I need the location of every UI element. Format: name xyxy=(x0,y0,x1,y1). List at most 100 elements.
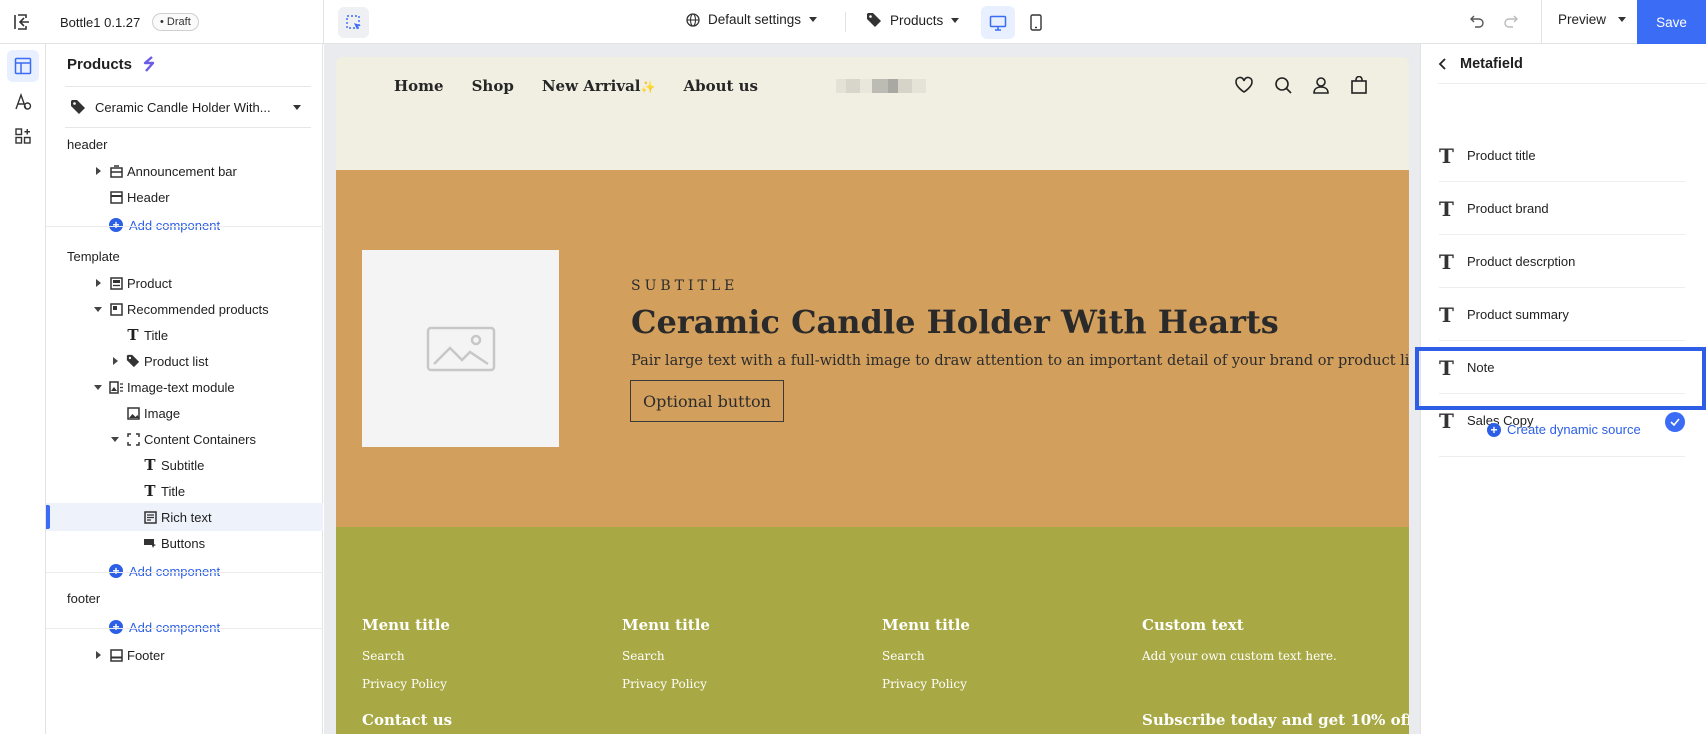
footer-link[interactable]: Privacy Policy xyxy=(622,677,710,691)
hero-title[interactable]: Ceramic Candle Holder With Hearts xyxy=(631,303,1279,341)
tree-item-title[interactable]: T Title xyxy=(46,321,323,349)
tree-item-recommended-products[interactable]: Recommended products xyxy=(46,295,323,323)
footer-column-title: Custom text xyxy=(1142,616,1244,634)
tree-item-product[interactable]: Product xyxy=(46,269,323,297)
add-component-button[interactable]: + Add component xyxy=(46,613,323,641)
footer-link[interactable]: Privacy Policy xyxy=(362,677,450,691)
footer-link[interactable]: Privacy Policy xyxy=(882,677,970,691)
image-text-module[interactable]: SUBTITLE Ceramic Candle Holder With Hear… xyxy=(336,170,1409,527)
tree-item-buttons[interactable]: Buttons xyxy=(46,529,323,557)
nav-shop[interactable]: Shop xyxy=(472,77,514,95)
collapse-arrow-icon[interactable] xyxy=(94,306,102,312)
text-type-icon: T xyxy=(144,482,156,500)
redo-icon[interactable] xyxy=(1503,13,1519,29)
add-component-button[interactable]: + Add component xyxy=(46,211,323,239)
announcement-icon xyxy=(109,164,123,178)
back-chevron-icon[interactable] xyxy=(1438,57,1448,70)
nav-about-us[interactable]: About us xyxy=(683,77,758,95)
tree-item-rich-text[interactable]: Rich text xyxy=(46,503,323,531)
cart-bag-icon[interactable] xyxy=(1350,76,1368,94)
add-component-button[interactable]: + Add component xyxy=(46,557,323,585)
hero-rich-text[interactable]: Pair large text with a full-width image … xyxy=(631,353,1409,369)
tree-item-label: Image xyxy=(144,405,181,421)
layout-icon[interactable] xyxy=(7,50,39,82)
save-button[interactable]: Save xyxy=(1637,0,1706,44)
text-type-icon: T xyxy=(1439,144,1454,168)
editor-canvas[interactable]: Home Shop New Arrival✨ About us SUBTITLE xyxy=(324,44,1420,734)
site-nav: Home Shop New Arrival✨ About us xyxy=(394,77,758,95)
search-icon[interactable] xyxy=(1274,76,1292,94)
metafield-item-product-description[interactable]: T Product descrption xyxy=(1439,235,1685,288)
preview-button[interactable]: Preview xyxy=(1558,12,1627,27)
tree-item-label: Buttons xyxy=(161,535,206,551)
product-selector-label: Ceramic Candle Holder With... xyxy=(95,99,271,115)
select-element-button[interactable] xyxy=(338,7,369,38)
collapse-arrow-icon[interactable] xyxy=(111,436,119,442)
section-divider xyxy=(46,226,323,227)
footer-link[interactable]: Search xyxy=(362,649,450,663)
metafield-item-product-brand[interactable]: T Product brand xyxy=(1439,182,1685,235)
desktop-view-button[interactable] xyxy=(981,6,1015,39)
tree-item-image-text-module[interactable]: Image-text module xyxy=(46,373,323,401)
mobile-view-button[interactable] xyxy=(1022,6,1050,39)
site-preview[interactable]: Home Shop New Arrival✨ About us SUBTITLE xyxy=(336,57,1409,734)
footer-column: Menu title Search Privacy Policy xyxy=(622,616,710,691)
tree-item-subtitle[interactable]: T Subtitle xyxy=(46,451,323,479)
top-toolbar: Bottle1 0.1.27 • Draft Default settings … xyxy=(0,0,1706,44)
tree-item-content-containers[interactable]: Content Containers xyxy=(46,425,323,453)
footer-column: Menu title Search Privacy Policy xyxy=(882,616,970,691)
tree-item-title[interactable]: T Title xyxy=(46,477,323,505)
app-name: Bottle1 0.1.27 xyxy=(60,12,140,32)
tree-item-product-list[interactable]: Product list xyxy=(46,347,323,375)
tree-item-header[interactable]: Header xyxy=(46,183,323,211)
apps-icon[interactable] xyxy=(7,120,39,152)
footer-link[interactable]: Search xyxy=(882,649,970,663)
site-logo[interactable] xyxy=(836,79,926,93)
undo-icon[interactable] xyxy=(1469,13,1485,29)
nav-new-arrival[interactable]: New Arrival✨ xyxy=(542,77,656,95)
hero-subtitle[interactable]: SUBTITLE xyxy=(631,278,738,294)
theme-style-icon[interactable] xyxy=(7,86,39,118)
section-header: header xyxy=(67,136,108,152)
tag-icon xyxy=(71,100,85,114)
page-type-dropdown[interactable]: Products xyxy=(866,12,960,28)
expand-arrow-icon[interactable] xyxy=(113,357,118,365)
metafield-item-product-title[interactable]: T Product title xyxy=(1439,129,1685,182)
settings-dropdown[interactable]: Default settings xyxy=(686,12,818,27)
account-icon[interactable] xyxy=(1312,76,1330,94)
footer-column-title: Menu title xyxy=(362,616,450,634)
section-divider xyxy=(46,628,323,629)
expand-arrow-icon[interactable] xyxy=(96,167,101,175)
page-type-label: Products xyxy=(890,12,944,28)
globe-icon xyxy=(686,12,700,27)
expand-arrow-icon[interactable] xyxy=(96,279,101,287)
hero-optional-button[interactable]: Optional button xyxy=(630,380,784,422)
product-selector[interactable]: Ceramic Candle Holder With... xyxy=(65,86,311,128)
rich-text-icon xyxy=(143,510,157,524)
expand-arrow-icon[interactable] xyxy=(96,651,101,659)
exit-editor-icon[interactable] xyxy=(12,11,34,33)
collapse-arrow-icon[interactable] xyxy=(94,384,102,390)
status-badge: • Draft xyxy=(152,13,199,31)
tree-item-image[interactable]: Image xyxy=(46,399,323,427)
nav-home[interactable]: Home xyxy=(394,77,444,95)
status-badge-label: Draft xyxy=(166,16,191,28)
tree-item-label: Product xyxy=(127,275,172,291)
wishlist-heart-icon[interactable] xyxy=(1234,76,1254,94)
site-footer[interactable]: Menu title Search Privacy Policy Menu ti… xyxy=(336,527,1409,734)
divider xyxy=(1439,456,1685,457)
metafield-item-label: Product title xyxy=(1467,147,1536,163)
create-dynamic-source-label: Create dynamic source xyxy=(1507,422,1641,437)
toolbar-divider xyxy=(323,0,324,44)
footer-column-title: Menu title xyxy=(882,616,970,634)
tree-item-footer[interactable]: Footer xyxy=(46,641,323,669)
metafield-item-product-summary[interactable]: T Product summary xyxy=(1439,288,1685,341)
footer-contact-title: Contact us xyxy=(362,711,453,729)
image-icon xyxy=(126,406,140,420)
tree-item-label: Footer xyxy=(127,647,165,663)
tree-item-announcement-bar[interactable]: Announcement bar xyxy=(46,157,323,185)
metafield-panel: Metafield T Product title T Product bran… xyxy=(1415,44,1706,734)
image-placeholder[interactable] xyxy=(362,250,559,447)
footer-link[interactable]: Search xyxy=(622,649,710,663)
create-dynamic-source-button[interactable]: + Create dynamic source xyxy=(1487,422,1641,437)
